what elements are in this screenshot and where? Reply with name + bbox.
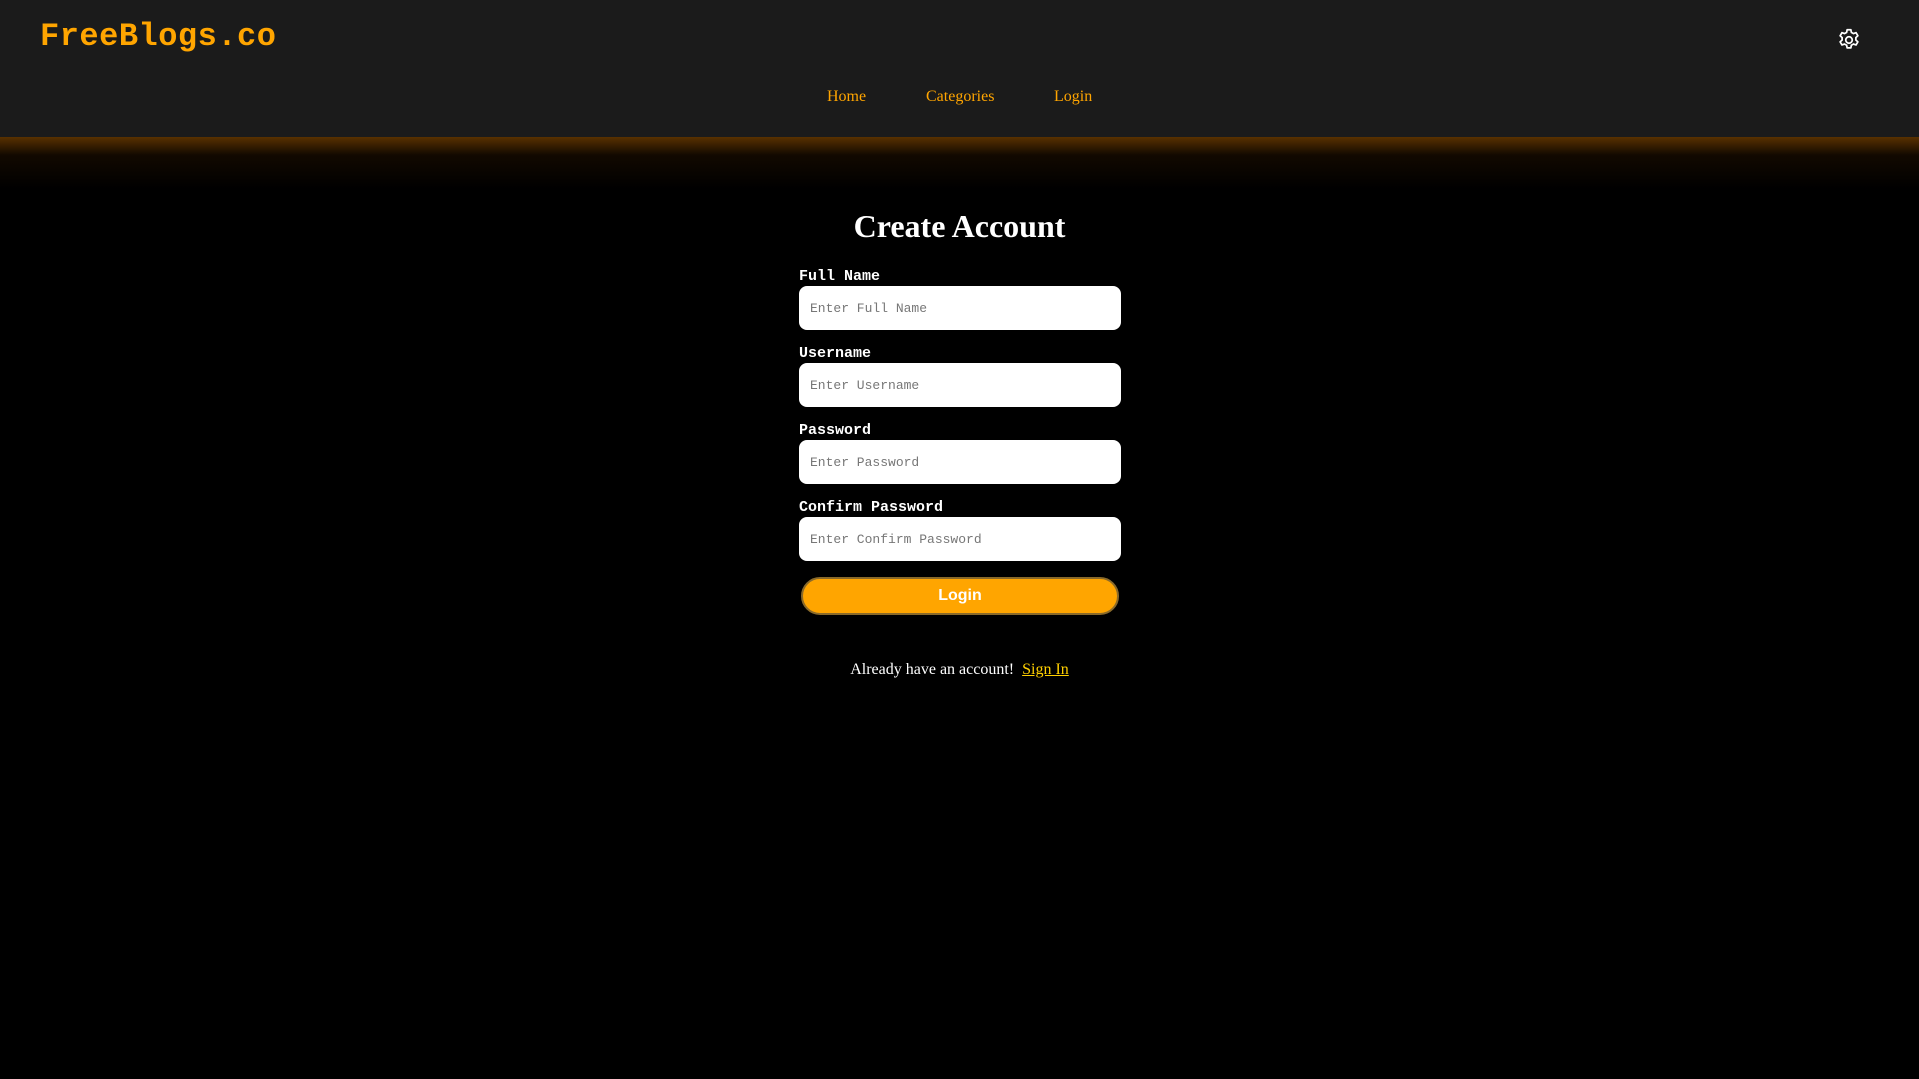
full-name-label: Full Name [799,268,881,285]
username-label: Username [799,345,872,362]
confirm-password-label: Confirm Password [799,499,944,516]
gear-icon[interactable] [1836,27,1862,53]
submit-button[interactable]: Login [801,577,1119,615]
header-glow [0,137,1919,189]
full-name-input[interactable] [799,286,1121,330]
site-logo[interactable]: FreeBlogs.co [40,18,276,55]
username-input[interactable] [799,363,1121,407]
sign-in-link[interactable]: Sign In [1022,661,1069,678]
nav-home-link[interactable]: Home [827,88,866,106]
confirm-password-input[interactable] [799,517,1121,561]
password-label: Password [799,422,872,439]
signin-prompt-text: Already have an account! [850,661,1015,678]
signin-prompt: Already have an account! Sign In [0,661,1919,679]
page-title: Create Account [853,208,1066,244]
top-header: FreeBlogs.co Home Categories Login [0,0,1919,137]
nav-login-link[interactable]: Login [1054,88,1092,106]
password-input[interactable] [799,440,1121,484]
nav-categories-link[interactable]: Categories [926,88,994,106]
